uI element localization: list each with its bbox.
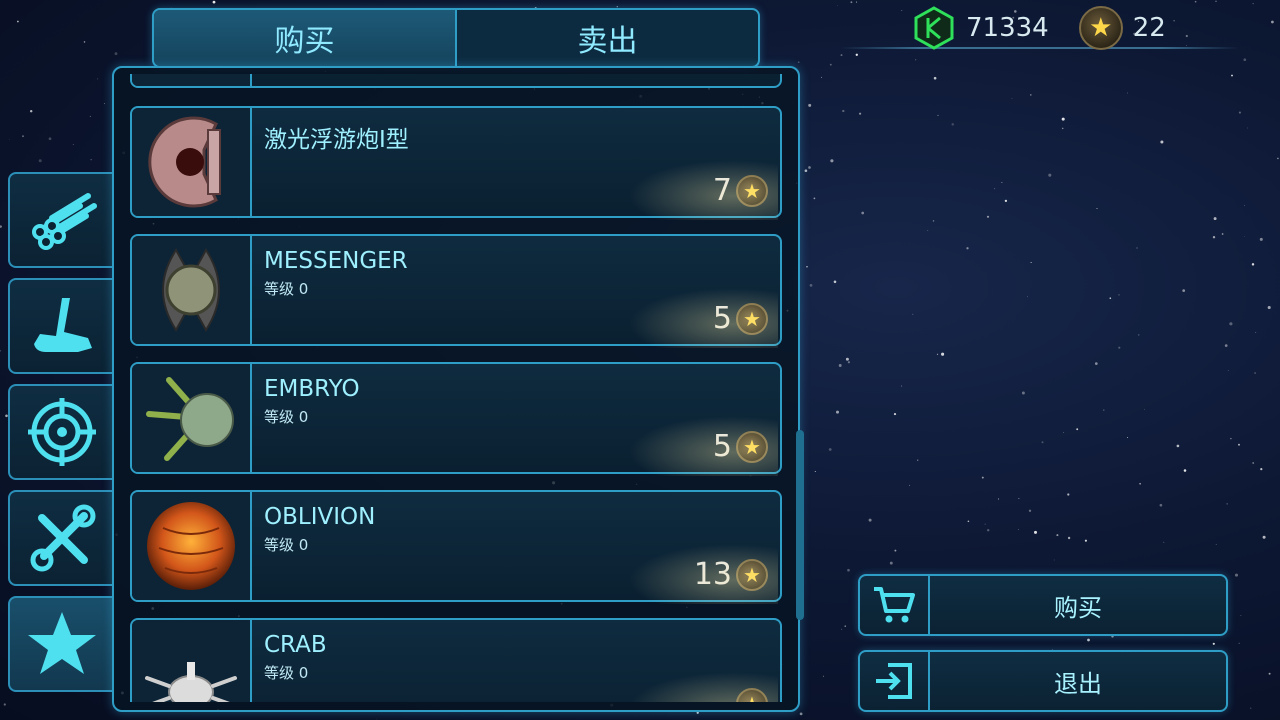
pipes-icon [32, 193, 97, 250]
item-thumbnail [132, 236, 252, 344]
star-price-icon: ★ [736, 302, 768, 335]
price-value: 7 [712, 173, 732, 208]
messenger-ship-icon [162, 248, 220, 332]
star-price-icon: ★ [736, 174, 768, 207]
category-rail [8, 172, 114, 702]
crab-ship-icon [145, 662, 237, 702]
category-tools[interactable] [8, 490, 114, 586]
list-item[interactable]: MESSENGER 等级 0 5 ★ [130, 234, 782, 348]
category-crane[interactable] [8, 278, 114, 374]
item-name: CRAB [264, 632, 327, 658]
item-thumbnail [132, 620, 252, 702]
embryo-ship-icon [146, 377, 234, 461]
target-icon [28, 398, 96, 466]
star-price-icon: ★ [736, 430, 768, 463]
item-thumbnail [132, 74, 252, 86]
item-level: 等级 0 [264, 664, 309, 682]
oblivion-ship-icon [147, 502, 235, 590]
price-value: 5 [712, 301, 732, 336]
price-value: 5 [712, 429, 732, 464]
category-star[interactable] [8, 596, 114, 692]
item-level: 等级 0 [264, 536, 309, 554]
item-thumbnail [132, 364, 252, 472]
exit-icon-cell [860, 652, 930, 710]
buy-button[interactable]: 购买 [858, 574, 1228, 636]
item-level: 等级 0 [264, 408, 309, 426]
list-item[interactable]: 激光浮游炮I型 7 ★ [130, 106, 782, 220]
tab-sell[interactable]: 卖出 [455, 10, 758, 66]
item-price: 13 ★ [627, 544, 779, 604]
item-price: 5 ★ [627, 288, 779, 348]
star-icon [28, 612, 96, 674]
item-price: 5 ★ [627, 416, 779, 476]
stars-value: 22 [1132, 13, 1166, 43]
laser-drone-icon [148, 116, 221, 208]
item-price: 7 ★ [627, 160, 779, 220]
list-scrollbar[interactable] [796, 430, 804, 620]
tab-buy[interactable]: 购买 [154, 10, 455, 66]
item-thumbnail [132, 492, 252, 600]
category-pipes[interactable] [8, 172, 114, 268]
item-name: EMBRYO [264, 376, 360, 402]
credits-value: 71334 [966, 13, 1049, 43]
tools-icon [30, 504, 96, 572]
list-item[interactable]: CRAB 等级 0 ★ [130, 618, 782, 702]
item-list[interactable]: 激光浮游炮I型 7 ★ MESSENGER 等级 0 5 ★ EMBRYO 等级… [120, 74, 792, 702]
item-name: 激光浮游炮I型 [264, 127, 409, 153]
exit-button-label: 退出 [1054, 669, 1102, 698]
exit-button[interactable]: 退出 [858, 650, 1228, 712]
star-currency-icon: ★ [1078, 6, 1123, 50]
item-name: MESSENGER [264, 248, 408, 274]
star-price-icon: ★ [736, 688, 768, 702]
item-price: ★ [628, 672, 778, 702]
star-price-icon: ★ [736, 558, 768, 591]
cart-icon [874, 587, 915, 623]
currency-bar: 71334 ★ 22 [912, 6, 1196, 50]
category-target[interactable] [8, 384, 114, 480]
item-level: 等级 0 [264, 280, 309, 298]
item-thumbnail [132, 108, 252, 216]
buy-button-label: 购买 [1054, 593, 1102, 622]
item-name: OBLIVION [264, 504, 376, 530]
list-item[interactable]: OBLIVION 等级 0 13 ★ [130, 490, 782, 604]
price-value: 13 [693, 557, 732, 592]
list-item-partial[interactable] [130, 74, 782, 88]
exit-icon [876, 663, 912, 699]
list-item[interactable]: EMBRYO 等级 0 5 ★ [130, 362, 782, 476]
buy-icon-cell [860, 576, 930, 634]
buy-sell-tabs: 购买 卖出 [152, 8, 760, 68]
crane-icon [34, 298, 92, 352]
credits-icon [914, 6, 954, 50]
